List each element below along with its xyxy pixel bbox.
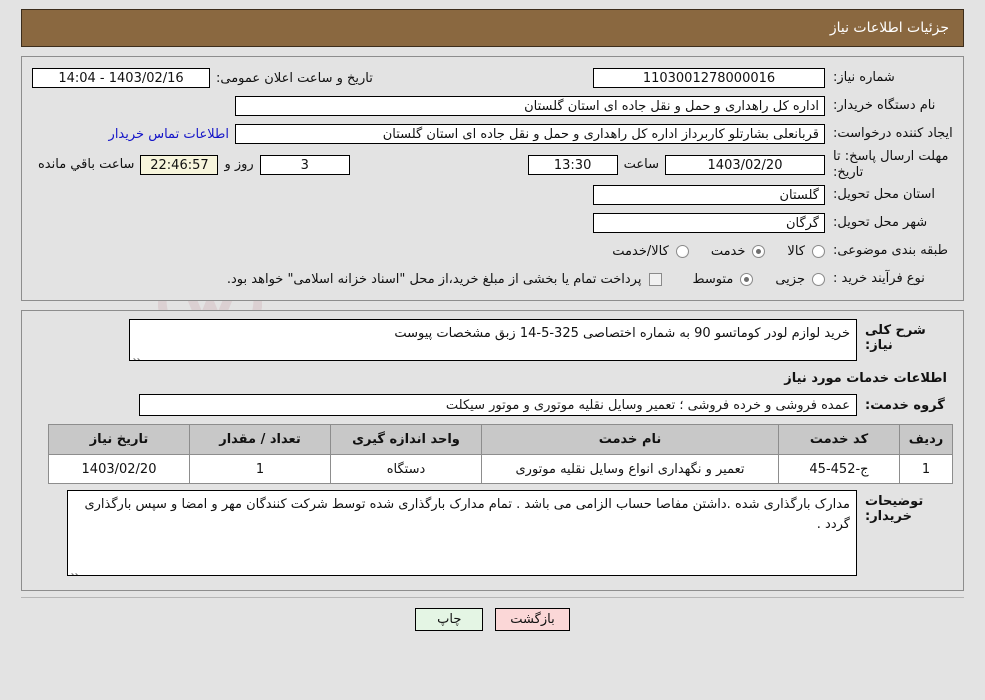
table-row: 1 ج-452-45 تعمیر و نگهداری انواع وسایل ن…: [48, 454, 953, 485]
process-option-motevaset[interactable]: متوسط: [692, 271, 754, 287]
services-section-title: اطلاعات خدمات مورد نیاز: [784, 371, 947, 387]
row-process-type: نوع فرآیند خرید : جزیی متوسط پرداخت تمام…: [32, 266, 953, 292]
treasury-bond-checkbox[interactable]: پرداخت تمام یا بخشی از مبلغ خرید،از محل …: [227, 272, 663, 287]
buyer-org-value: اداره کل راهداری و حمل و نقل جاده ای است…: [235, 96, 825, 116]
cell-date: 1403/02/20: [48, 454, 190, 485]
province-value: گلستان: [593, 185, 825, 206]
province-label: استان محل تحویل:: [833, 187, 935, 203]
col-unit: واحد اندازه گیری: [330, 424, 482, 456]
category-option-label: خدمت: [710, 243, 746, 259]
service-items-table: ردیف کد خدمت نام خدمت واحد اندازه گیری ت…: [48, 424, 953, 485]
buyer-notes-textarea[interactable]: مدارک بارگذاری شده .داشتن مفاصا حساب الز…: [67, 490, 857, 577]
row-category: طبقه بندی موضوعی: کالا خدمت کالا/خدمت: [32, 238, 953, 264]
col-row: ردیف: [899, 424, 953, 456]
footer-divider: [21, 597, 964, 599]
buyer-notes-value: مدارک بارگذاری شده .داشتن مفاصا حساب الز…: [84, 497, 850, 532]
col-code: کد خدمت: [778, 424, 900, 456]
process-option-label: متوسط: [692, 271, 734, 287]
need-desc-textarea[interactable]: خرید لوازم لودر کوماتسو 90 به شماره اختص…: [129, 319, 857, 362]
row-city: شهر محل تحویل: گرگان: [32, 210, 953, 236]
public-announce-label: تاریخ و ساعت اعلان عمومی:: [216, 70, 373, 86]
page-title: جزئیات اطلاعات نیاز: [829, 20, 949, 36]
process-option-label: جزیی: [775, 271, 805, 287]
row-buyer-org: نام دستگاه خریدار: اداره کل راهداری و حم…: [32, 93, 953, 119]
row-creator: ایجاد کننده درخواست: قربانعلی بشارتلو کا…: [32, 121, 953, 147]
deadline-time-value: 13:30: [527, 154, 618, 175]
remaining-days-value: 3: [259, 154, 350, 175]
need-desc-value: خرید لوازم لودر کوماتسو 90 به شماره اختص…: [394, 326, 850, 342]
back-button[interactable]: بازگشت: [495, 608, 570, 632]
cell-qty: 1: [189, 454, 331, 485]
deadline-label: مهلت ارسال پاسخ: تا تاریخ:: [833, 149, 949, 180]
need-desc-label: شرح کلی نیاز:: [865, 323, 926, 354]
cell-code: ج-452-45: [778, 454, 900, 485]
row-service-group: گروه خدمت: عمده فروشی و خرده فروشی ؛ تعم…: [32, 394, 953, 417]
category-option-khedmat[interactable]: خدمت: [711, 244, 766, 259]
radio-icon-selected[interactable]: [752, 244, 766, 258]
col-qty: تعداد / مقدار: [189, 424, 331, 456]
service-group-value: عمده فروشی و خرده فروشی ؛ تعمیر وسایل نق…: [139, 394, 857, 417]
buyer-notes-label: توضیحات خریدار:: [865, 494, 924, 525]
cell-row: 1: [899, 454, 953, 485]
category-option-kala[interactable]: کالا: [787, 244, 825, 259]
resize-grip-icon: [133, 349, 143, 361]
radio-icon[interactable]: [675, 244, 689, 258]
city-label: شهر محل تحویل:: [833, 215, 928, 231]
creator-label: ایجاد کننده درخواست:: [833, 125, 953, 141]
radio-icon[interactable]: [812, 244, 825, 258]
remaining-clock-value: 22:46:57: [140, 154, 219, 175]
footer-actions: بازگشت چاپ: [21, 608, 964, 632]
resize-grip-icon: [71, 564, 81, 576]
radio-icon-selected[interactable]: [740, 272, 754, 286]
radio-icon[interactable]: [812, 272, 825, 286]
process-option-jozii[interactable]: جزیی: [775, 272, 825, 287]
creator-value: قربانعلی بشارتلو کاربرداز اداره کل راهدا…: [235, 124, 825, 144]
category-label: طبقه بندی موضوعی:: [833, 243, 949, 259]
col-name: نام خدمت: [481, 424, 779, 456]
remaining-days-label: روز و: [224, 157, 254, 173]
public-announce-value: 1403/02/16 - 14:04: [32, 68, 210, 88]
buyer-contact-link[interactable]: اطلاعات تماس خریدار: [103, 127, 235, 142]
checkbox-icon[interactable]: [649, 272, 663, 286]
process-label: نوع فرآیند خرید :: [833, 271, 925, 287]
print-button[interactable]: چاپ: [415, 608, 484, 632]
cell-name: تعمیر و نگهداری انواع وسایل نقلیه موتوری: [481, 454, 779, 485]
city-value: گرگان: [593, 213, 825, 234]
table-header-row: ردیف کد خدمت نام خدمت واحد اندازه گیری ت…: [48, 424, 953, 456]
category-option-label: کالا: [787, 243, 805, 259]
page-header: جزئیات اطلاعات نیاز: [21, 9, 964, 47]
deadline-hour-label: ساعت: [623, 157, 659, 173]
cell-unit: دستگاه: [330, 454, 482, 485]
row-province: استان محل تحویل: گلستان: [32, 182, 953, 208]
category-option-kala-khedmat[interactable]: کالا/خدمت: [612, 244, 689, 259]
deadline-date-value: 1403/02/20: [665, 154, 825, 175]
row-buyer-notes: توضیحات خریدار: مدارک بارگذاری شده .داشت…: [32, 490, 953, 577]
need-number-value: 1103001278000016: [593, 68, 825, 88]
buyer-org-label: نام دستگاه خریدار:: [833, 97, 936, 113]
col-date: تاریخ نیاز: [48, 424, 190, 456]
service-group-label: گروه خدمت:: [865, 398, 945, 414]
remaining-suffix-label: ساعت باقي مانده: [38, 157, 135, 173]
treasury-bond-label: پرداخت تمام یا بخشی از مبلغ خرید،از محل …: [226, 271, 642, 287]
need-info-panel: شماره نیاز: 1103001278000016 تاریخ و ساع…: [21, 56, 964, 302]
row-need-number: شماره نیاز: 1103001278000016 تاریخ و ساع…: [32, 65, 953, 91]
row-need-description: شرح کلی نیاز: خرید لوازم لودر کوماتسو 90…: [32, 319, 953, 362]
category-option-label: کالا/خدمت: [612, 243, 669, 259]
need-details-panel: شرح کلی نیاز: خرید لوازم لودر کوماتسو 90…: [21, 310, 964, 592]
row-deadline: مهلت ارسال پاسخ: تا تاریخ: 1403/02/20 سا…: [32, 149, 953, 180]
need-number-label: شماره نیاز:: [833, 69, 895, 85]
